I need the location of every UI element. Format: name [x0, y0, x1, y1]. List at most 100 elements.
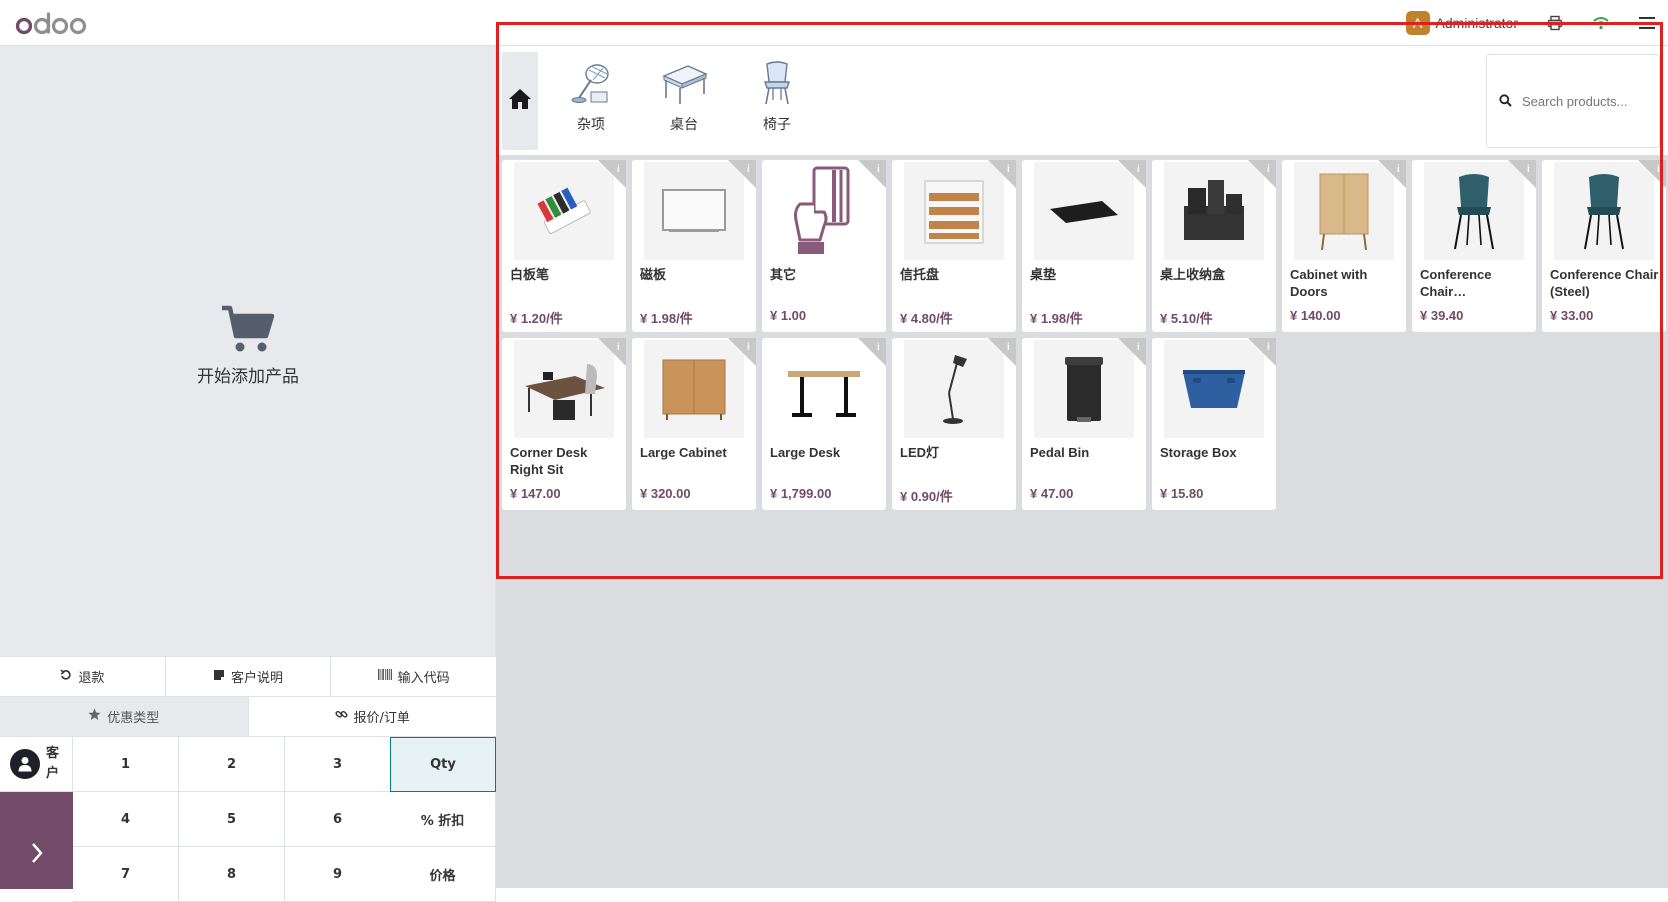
product-info-icon[interactable]: i [858, 338, 886, 366]
product-card[interactable]: i Cabinet with Doors ¥ 140.00 [1282, 160, 1406, 332]
product-name: Cabinet with Doors [1290, 267, 1368, 299]
product-info-icon[interactable]: i [858, 160, 886, 188]
numpad-qty-button[interactable]: Qty [390, 737, 496, 792]
numpad-key-8[interactable]: 8 [179, 847, 285, 902]
product-card[interactable]: i Conference Chair… ¥ 39.40 [1412, 160, 1536, 332]
numpad-key-3[interactable]: 3 [285, 737, 391, 792]
product-card[interactable]: i Large Desk ¥ 1,799.00 [762, 338, 886, 510]
product-price: ¥ 39.40 [1420, 308, 1464, 323]
product-info-icon[interactable]: i [598, 160, 626, 188]
printer-icon[interactable] [1546, 14, 1564, 32]
customer-note-label: 客户说明 [231, 671, 284, 686]
product-name: Conference Chair (Steel) [1550, 267, 1659, 299]
discount-type-button[interactable]: 优惠类型 [0, 697, 249, 736]
svg-text:i: i [747, 342, 750, 353]
product-price: ¥ 4.80/件 [900, 311, 953, 326]
category-desks[interactable]: 桌台 [639, 60, 729, 146]
category-chairs[interactable]: 椅子 [732, 60, 822, 146]
payment-button[interactable] [0, 792, 73, 889]
product-info-icon[interactable]: i [728, 160, 756, 188]
product-name: 其它 [770, 267, 797, 282]
product-info-icon[interactable]: i [1248, 160, 1276, 188]
numpad-discount-button[interactable]: % 折扣 [390, 792, 496, 847]
chevron-right-icon [30, 842, 44, 868]
hamburger-menu-icon[interactable] [1638, 14, 1656, 32]
product-info-icon[interactable]: i [1248, 338, 1276, 366]
numpad-key-9[interactable]: 9 [285, 847, 391, 902]
svg-text:i: i [1267, 342, 1270, 353]
product-search[interactable] [1486, 54, 1660, 148]
product-card[interactable]: i Conference Chair (Steel) ¥ 33.00 [1542, 160, 1666, 332]
svg-text:i: i [617, 164, 620, 175]
product-info-icon[interactable]: i [1508, 160, 1536, 188]
product-info-icon[interactable]: i [728, 338, 756, 366]
product-info-icon[interactable]: i [988, 338, 1016, 366]
discount-type-label: 优惠类型 [107, 711, 160, 726]
note-icon [213, 669, 225, 685]
product-card[interactable]: i 白板笔 ¥ 1.20/件 [502, 160, 626, 332]
product-name: Large Desk [770, 445, 841, 460]
numpad-key-5[interactable]: 5 [179, 792, 285, 847]
product-price: ¥ 1.98/件 [640, 311, 693, 326]
home-category-button[interactable] [502, 52, 538, 150]
star-icon [88, 708, 101, 725]
svg-text:i: i [1007, 342, 1010, 353]
numpad-key-7[interactable]: 7 [73, 847, 179, 902]
customer-button[interactable]: 客户 [0, 737, 73, 792]
product-card[interactable]: i 其它 ¥ 1.00 [762, 160, 886, 332]
numpad-key-6[interactable]: 6 [285, 792, 391, 847]
product-card[interactable]: i Corner Desk Right Sit ¥ 147.00 [502, 338, 626, 510]
product-card[interactable]: i Storage Box ¥ 15.80 [1152, 338, 1276, 510]
odoo-logo [15, 12, 87, 35]
user-icon [10, 749, 40, 779]
enter-code-label: 输入代码 [397, 671, 450, 686]
product-price: ¥ 1.98/件 [1030, 311, 1083, 326]
product-name: Corner Desk Right Sit [510, 445, 588, 477]
numpad-key-1[interactable]: 1 [73, 737, 179, 792]
product-price: ¥ 0.90/件 [900, 489, 953, 504]
category-misc[interactable]: 杂项 [546, 60, 636, 146]
refund-button[interactable]: 退款 [0, 657, 166, 696]
product-price: ¥ 320.00 [640, 486, 691, 501]
product-card[interactable]: i 信托盘 ¥ 4.80/件 [892, 160, 1016, 332]
product-card[interactable]: i 桌垫 ¥ 1.98/件 [1022, 160, 1146, 332]
category-desks-label: 桌台 [670, 117, 698, 133]
product-card[interactable]: i 磁板 ¥ 1.98/件 [632, 160, 756, 332]
product-name: 桌垫 [1030, 267, 1057, 282]
product-card[interactable]: i Large Cabinet ¥ 320.00 [632, 338, 756, 510]
control-buttons-row: 退款 客户说明 输入代码 [0, 656, 496, 696]
customer-note-button[interactable]: 客户说明 [166, 657, 332, 696]
product-price: ¥ 147.00 [510, 486, 561, 501]
refund-label: 退款 [78, 671, 105, 686]
product-card[interactable]: i Pedal Bin ¥ 47.00 [1022, 338, 1146, 510]
product-info-icon[interactable]: i [1378, 160, 1406, 188]
product-name: 信托盘 [900, 267, 940, 282]
svg-text:i: i [617, 342, 620, 353]
product-info-icon[interactable]: i [598, 338, 626, 366]
wifi-icon[interactable] [1592, 14, 1610, 32]
numpad-key-4[interactable]: 4 [73, 792, 179, 847]
product-card[interactable]: i 桌上收纳盒 ¥ 5.10/件 [1152, 160, 1276, 332]
svg-text:i: i [747, 164, 750, 175]
enter-code-button[interactable]: 输入代码 [331, 657, 496, 696]
svg-text:i: i [1267, 164, 1270, 175]
empty-order: 开始添加产品 [0, 304, 496, 387]
product-info-icon[interactable]: i [988, 160, 1016, 188]
user-menu[interactable]: A Administrator [1405, 11, 1518, 35]
search-icon [1499, 92, 1512, 111]
product-name: Pedal Bin [1030, 445, 1090, 460]
numpad-price-button[interactable]: 价格 [390, 847, 496, 902]
product-info-icon[interactable]: i [1118, 338, 1146, 366]
svg-text:i: i [1137, 164, 1140, 175]
svg-text:i: i [1137, 342, 1140, 353]
desk-icon [662, 65, 708, 104]
product-info-icon[interactable]: i [1638, 160, 1666, 188]
search-input[interactable] [1522, 93, 1652, 109]
undo-icon [60, 668, 72, 685]
product-card[interactable]: i LED灯 ¥ 0.90/件 [892, 338, 1016, 510]
product-price: ¥ 15.80 [1160, 486, 1204, 501]
quotation-order-button[interactable]: 报价/订单 [248, 697, 496, 736]
numpad-key-2[interactable]: 2 [179, 737, 285, 792]
product-name: 磁板 [640, 267, 667, 282]
product-info-icon[interactable]: i [1118, 160, 1146, 188]
